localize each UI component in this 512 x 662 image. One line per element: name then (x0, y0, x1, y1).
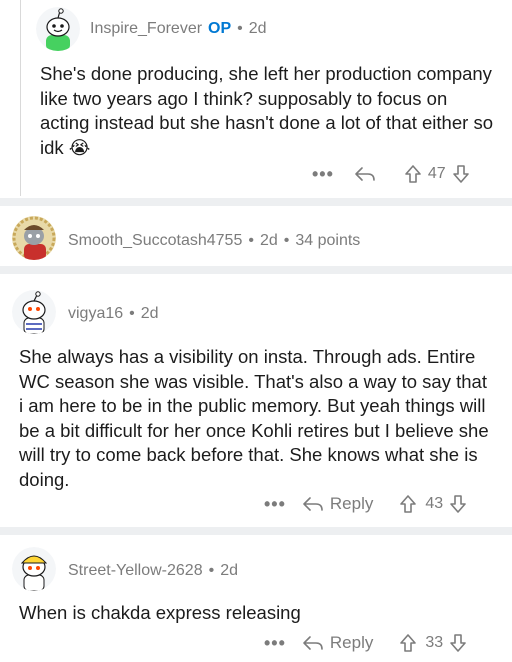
comment-body: She always has a visibility on insta. Th… (19, 346, 489, 490)
username[interactable]: Smooth_Succotash4755 (68, 232, 242, 249)
reply-button[interactable] (354, 165, 376, 183)
downvote-icon (450, 634, 466, 652)
reply-icon (303, 497, 323, 511)
comment-body: When is chakda express releasing (19, 602, 301, 623)
upvote-button[interactable] (399, 633, 417, 653)
reply-button[interactable]: Reply (302, 633, 373, 653)
avatar[interactable] (12, 547, 56, 591)
comment-divider (0, 198, 512, 206)
separator-dot: • (129, 305, 135, 322)
reply-button[interactable]: Reply (302, 494, 373, 514)
upvote-icon (400, 495, 417, 513)
comment-actions: ••• Reply 43 (264, 492, 467, 516)
comment-age: 2d (248, 20, 267, 37)
separator-dot: • (248, 232, 254, 249)
downvote-icon (452, 165, 469, 183)
comment-age: 2d (220, 562, 239, 579)
username[interactable]: vigya16 (68, 305, 123, 322)
op-badge: OP (208, 20, 232, 37)
comment-body: She's done producing, she left her produ… (40, 63, 493, 158)
upvote-icon (405, 165, 421, 183)
more-options-icon[interactable]: ••• (312, 164, 334, 185)
avatar[interactable] (12, 216, 56, 260)
downvote-icon (450, 495, 466, 513)
comment-age: 2d (140, 305, 159, 322)
avatar[interactable] (12, 290, 56, 334)
comment-meta: Inspire_Forever OP • 2d (90, 20, 267, 38)
comment-divider (0, 266, 512, 274)
comment-divider (0, 527, 512, 535)
avatar[interactable] (36, 7, 80, 51)
upvote-button[interactable] (404, 164, 422, 184)
username[interactable]: Street-Yellow-2628 (68, 562, 203, 579)
downvote-button[interactable] (449, 494, 467, 514)
comment-meta: Street-Yellow-2628 • 2d (68, 562, 238, 580)
downvote-button[interactable] (449, 633, 467, 653)
separator-dot: • (208, 562, 215, 579)
username[interactable]: Inspire_Forever (90, 20, 202, 37)
reply-label: Reply (329, 494, 374, 513)
comment-meta: Smooth_Succotash4755 • 2d • 34 points (68, 232, 360, 250)
separator-dot: • (237, 20, 243, 37)
vote-count: 33 (425, 634, 444, 651)
thread-line[interactable] (20, 0, 21, 196)
vote-count: 47 (427, 165, 446, 182)
comment-actions: ••• 47 (312, 162, 470, 186)
comment-points: 34 points (295, 232, 361, 249)
separator-dot: • (283, 232, 290, 249)
reply-icon (355, 167, 375, 181)
comment-actions: ••• Reply 33 (264, 631, 467, 655)
upvote-icon (400, 634, 417, 652)
more-options-icon[interactable]: ••• (264, 633, 286, 654)
reply-icon (303, 636, 323, 650)
reply-label: Reply (329, 633, 374, 652)
comment-age: 2d (259, 232, 278, 249)
comment-meta: vigya16 • 2d (68, 305, 159, 323)
upvote-button[interactable] (399, 494, 417, 514)
downvote-button[interactable] (452, 164, 470, 184)
more-options-icon[interactable]: ••• (264, 494, 286, 515)
vote-count: 43 (425, 495, 444, 512)
